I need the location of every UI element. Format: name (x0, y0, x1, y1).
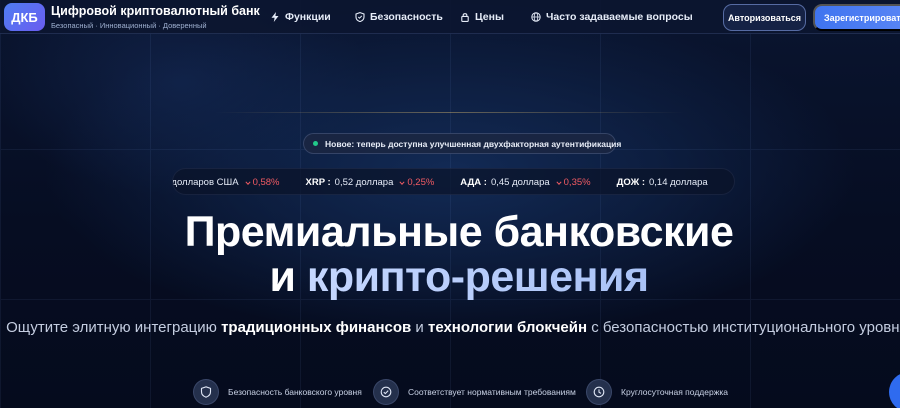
announcement-pill[interactable]: Новое: теперь доступна улучшенная двухфа… (303, 133, 621, 154)
bolt-icon (271, 12, 279, 22)
feature-icon-wrap (373, 379, 399, 405)
check-circle-icon (380, 386, 392, 398)
ticker-item: 75,00 долларов США 0,58% (172, 177, 280, 188)
ticker-price: 0,14 доллара (649, 177, 708, 188)
login-button[interactable]: Авторизоваться (723, 4, 806, 31)
nav-item-security[interactable]: Безопасность (355, 10, 443, 24)
ticker-change-value: 0,58% (252, 177, 280, 188)
feature-bank-security: Безопасность банковского уровня (193, 379, 362, 405)
ticker-item: ДОЖ : 0,14 доллара (617, 177, 714, 188)
hero-subtitle-part: Ощутите элитную интеграцию (6, 319, 222, 336)
nav-item-features[interactable]: Функции (270, 10, 331, 24)
ticker-price: 0,52 доллара (334, 177, 394, 188)
status-dot (313, 141, 318, 146)
ticker-symbol: ДОЖ : (616, 177, 645, 188)
announcement-text: Новое: теперь доступна улучшенная двухфа… (325, 138, 622, 149)
hero-title-line2: и крипто-решения (0, 255, 900, 300)
shield-icon (355, 12, 365, 22)
hero-title-line2-plain: и (269, 253, 307, 301)
shield-icon (200, 386, 212, 398)
decorative-glow-line (215, 112, 685, 113)
ticker-change: 0,58% (244, 177, 280, 188)
feature-compliance: Соответствует нормативным требованиям (373, 379, 576, 405)
globe-icon (531, 12, 541, 22)
feature-label: Круглосуточная поддержка (621, 387, 729, 397)
brand-name[interactable]: Цифровой криптовалютный банк (51, 4, 260, 18)
nav-item-label: Функции (285, 11, 331, 23)
nav-item-label: Цены (475, 11, 504, 23)
feature-icon-wrap (193, 379, 219, 405)
nav-item-label: Безопасность (370, 11, 443, 23)
site-header: ДКБ Цифровой криптовалютный банк Безопас… (0, 0, 900, 34)
hero-title: Премиальные банковские и крипто-решения (0, 210, 900, 300)
brand-tagline: Безопасный · Инновационный · Доверенный (51, 21, 207, 30)
nav-item-faq[interactable]: Часто задаваемые вопросы (531, 10, 693, 24)
background-grid (0, 0, 900, 408)
ticker-price: 0,45 доллара (490, 177, 550, 188)
ticker-symbol: АДА : (460, 177, 487, 188)
feature-support: Круглосуточная поддержка (586, 379, 728, 405)
ticker-symbol: XRP : (305, 177, 331, 188)
hero-title-line1: Премиальные банковские (184, 208, 734, 256)
nav-item-label: Часто задаваемые вопросы (546, 11, 693, 23)
ticker-track: 75,00 долларов США 0,58% XRP : 0,52 долл… (172, 169, 734, 194)
hero-subtitle-part: и (411, 319, 428, 336)
hero-subtitle-bold: технологии блокчейн (427, 319, 588, 336)
lock-icon (461, 13, 469, 22)
hero-subtitle-bold: традиционных финансов (221, 319, 412, 336)
ticker-item: XRP : 0,52 доллара 0,25% (306, 177, 435, 188)
chevron-down-icon (556, 180, 562, 185)
crypto-ticker: 75,00 долларов США 0,58% XRP : 0,52 долл… (172, 168, 735, 195)
hero-subtitle-part: с безопасностью институционального уровн… (587, 319, 900, 336)
nav-item-pricing[interactable]: Цены (460, 10, 504, 24)
ticker-price: 75,00 долларов США (172, 177, 239, 188)
hero-title-line2-gradient: крипто-решения (306, 253, 649, 301)
feature-icon-wrap (586, 379, 612, 405)
ticker-change: 0,35% (556, 177, 591, 188)
chevron-down-icon (244, 180, 251, 185)
hero-subtitle: Ощутите элитную интеграцию традиционных … (0, 318, 900, 338)
ticker-change-value: 0,25% (407, 177, 435, 188)
feature-label: Безопасность банковского уровня (228, 387, 362, 397)
brand-logo[interactable]: ДКБ (4, 3, 45, 31)
ticker-item: АДА : 0,45 доллара 0,35% (460, 177, 590, 188)
chevron-down-icon (399, 180, 405, 185)
feature-label: Соответствует нормативным требованиям (408, 387, 576, 397)
ticker-change: 0,25% (399, 177, 434, 188)
ticker-change-value: 0,35% (563, 177, 591, 188)
register-button[interactable]: Зарегистрироваться (813, 4, 900, 31)
clock-icon (593, 386, 605, 398)
